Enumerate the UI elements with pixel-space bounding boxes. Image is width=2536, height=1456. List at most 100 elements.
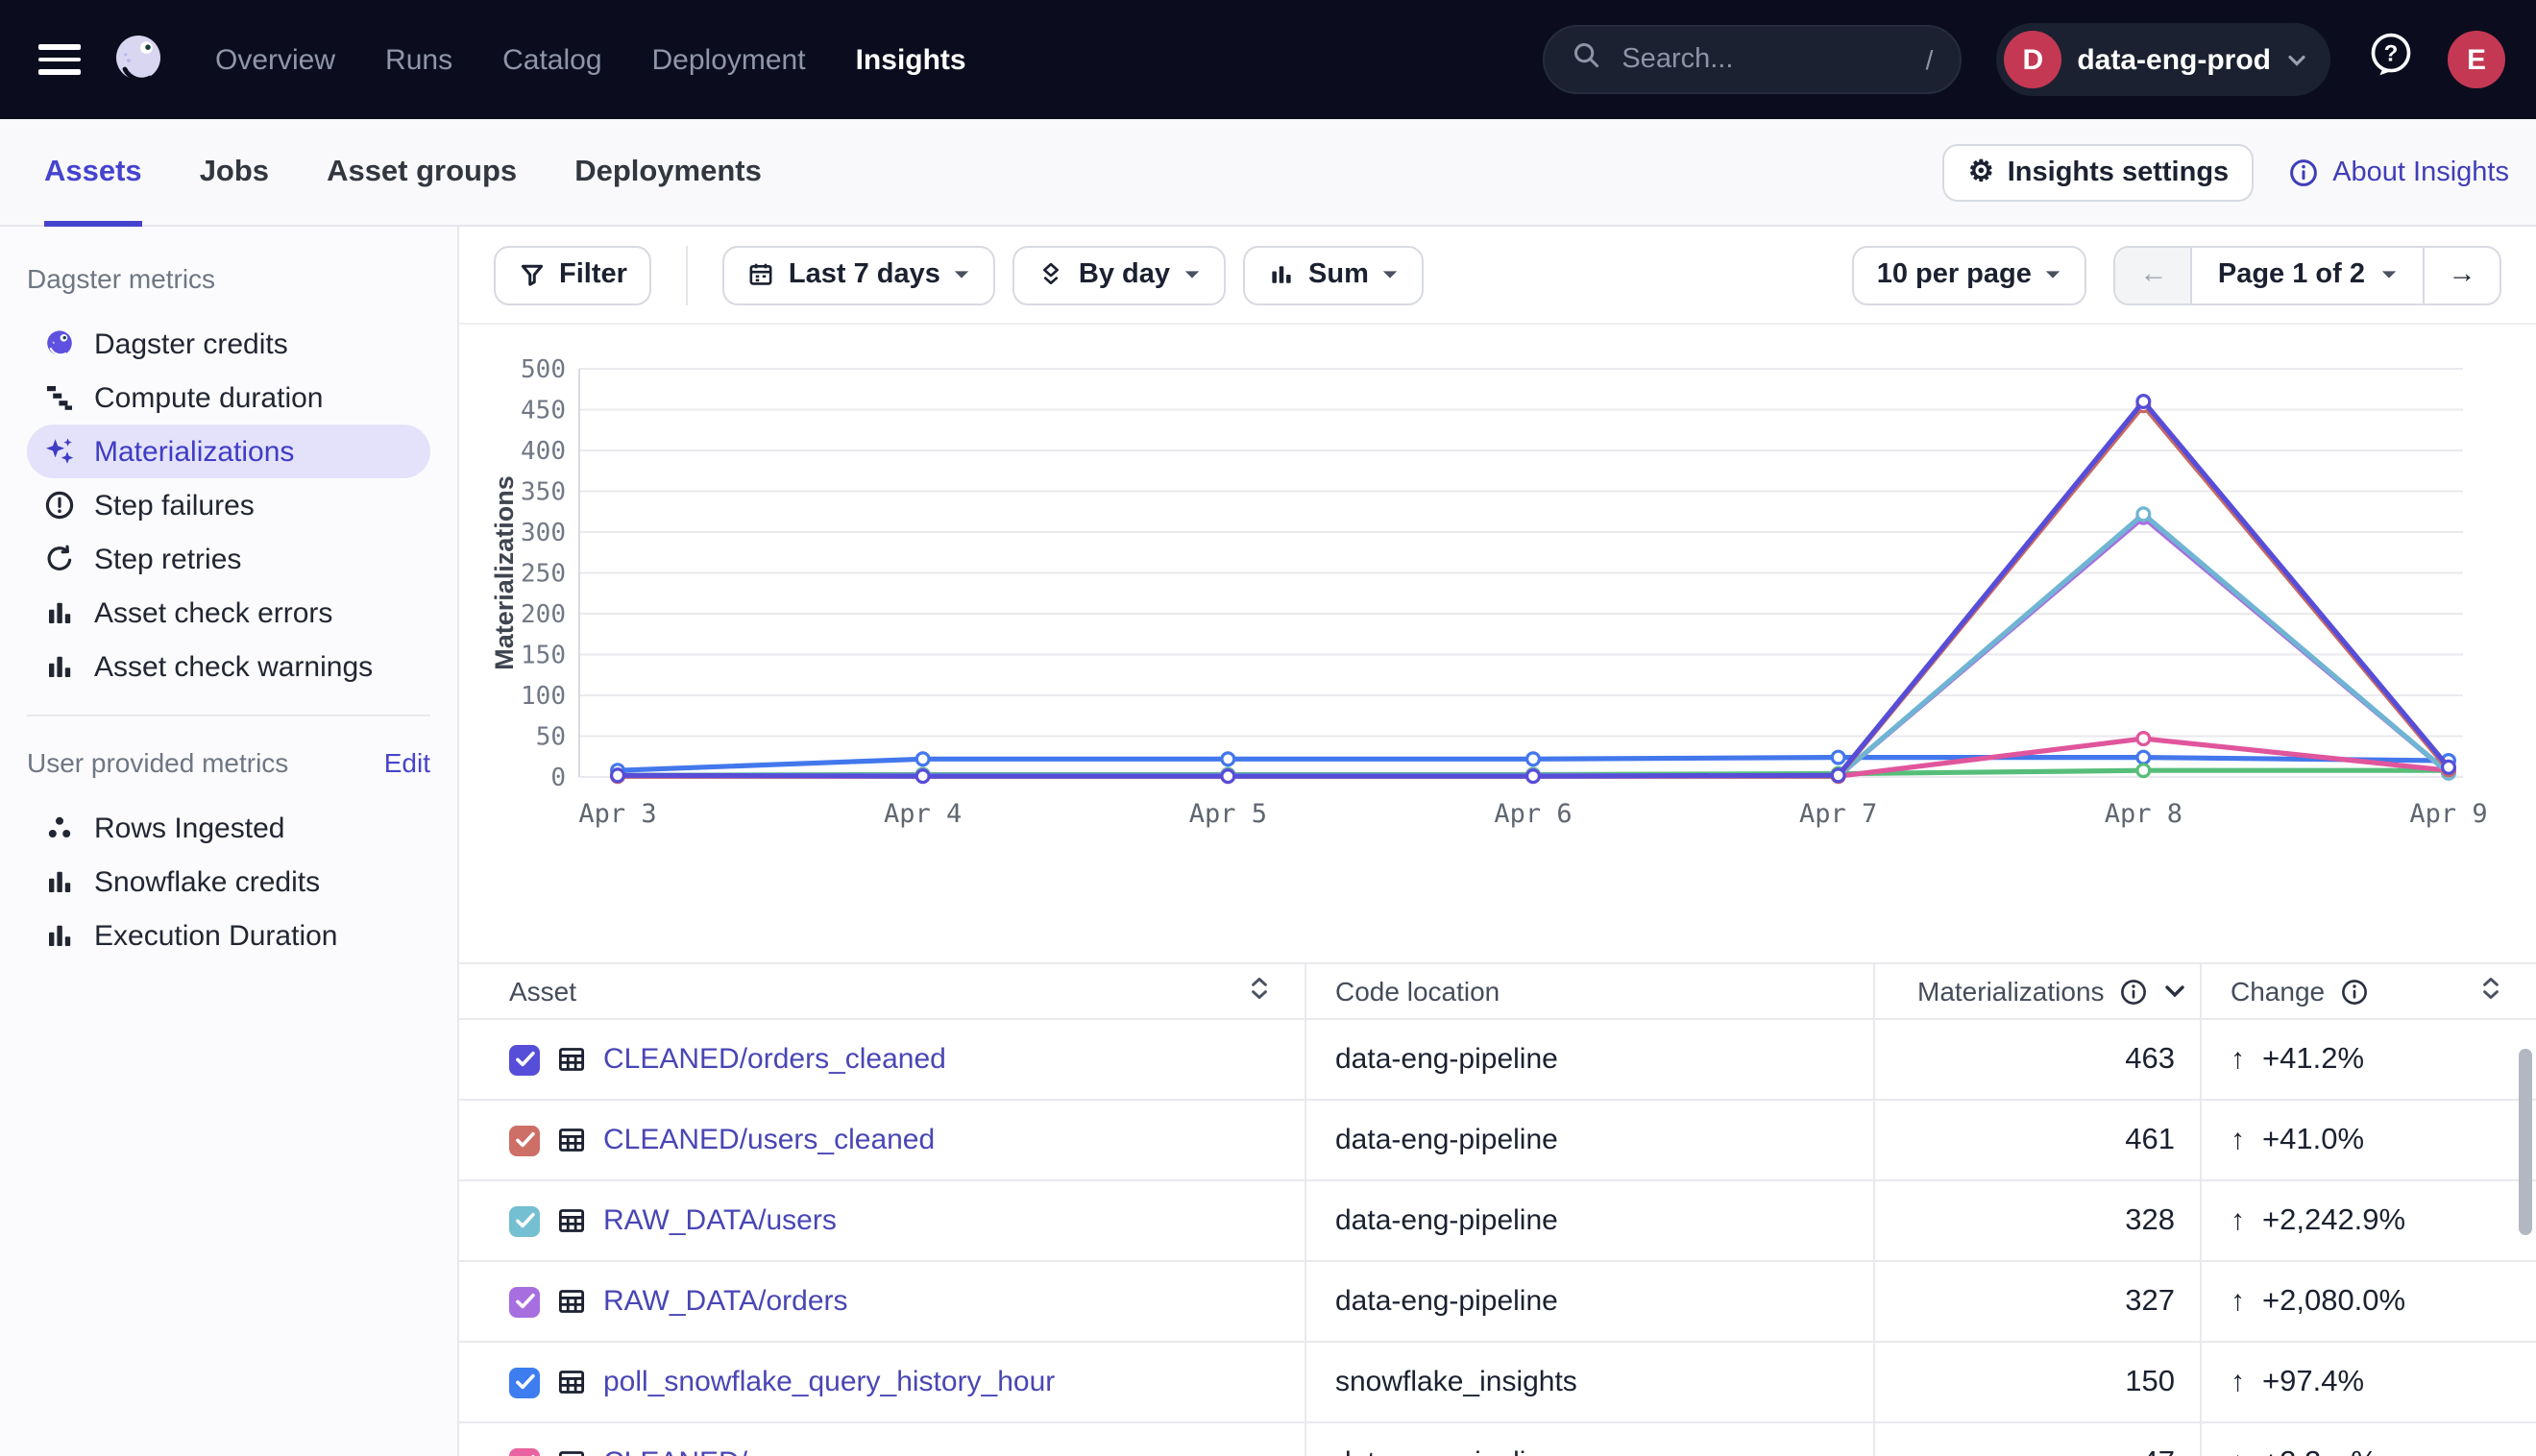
alert-circle-icon xyxy=(44,490,75,521)
sidebar-item-compute-duration[interactable]: Compute duration xyxy=(27,371,430,425)
tab-asset-groups[interactable]: Asset groups xyxy=(327,119,517,225)
sidebar-item-step-failures[interactable]: Step failures xyxy=(27,478,430,532)
info-icon[interactable] xyxy=(2340,977,2369,1006)
nav-item-runs[interactable]: Runs xyxy=(385,43,452,76)
series-checkbox[interactable] xyxy=(509,1367,540,1397)
sidebar-item-dagster-credits[interactable]: Dagster credits xyxy=(27,317,430,371)
change-cell: ↑+41.0% xyxy=(2200,1101,2536,1179)
caret-down-icon xyxy=(954,269,971,280)
user-avatar[interactable]: E xyxy=(2448,31,2505,88)
sidebar-item-asset-check-warnings[interactable]: Asset check warnings xyxy=(27,640,430,693)
bar-chart-icon xyxy=(44,920,75,951)
bar-chart-icon xyxy=(44,866,75,897)
svg-text:Apr 9: Apr 9 xyxy=(2409,799,2487,829)
svg-text:350: 350 xyxy=(521,478,566,507)
sidebar-section-title: User provided metricsEdit xyxy=(0,740,457,786)
nav-item-deployment[interactable]: Deployment xyxy=(652,43,806,76)
bar-chart-icon xyxy=(1268,261,1295,288)
column-header-asset[interactable]: Asset xyxy=(459,964,1305,1018)
code-location-cell: data-eng-pipeline xyxy=(1305,1020,1873,1099)
nav-item-insights[interactable]: Insights xyxy=(856,43,966,76)
next-page-button[interactable]: → xyxy=(2423,247,2499,303)
edit-metrics-link[interactable]: Edit xyxy=(384,747,430,778)
filter-button[interactable]: Filter xyxy=(494,245,652,304)
code-location-cell: data-eng-pipeline xyxy=(1305,1101,1873,1179)
series-checkbox[interactable] xyxy=(509,1044,540,1075)
sidebar-item-rows-ingested[interactable]: Rows Ingested xyxy=(27,801,430,855)
sidebar-item-snowflake-credits[interactable]: Snowflake credits xyxy=(27,855,430,909)
series-checkbox[interactable] xyxy=(509,1447,540,1456)
arrow-up-icon: ↑ xyxy=(2231,1366,2245,1398)
chart-toolbar: Filter Last 7 days By day Sum xyxy=(459,227,2536,325)
layers-icon xyxy=(1038,261,1065,288)
table-body: CLEANED/orders_cleaned data-eng-pipeline 4… xyxy=(459,1020,2536,1456)
series-checkbox[interactable] xyxy=(509,1205,540,1236)
help-icon[interactable]: ? xyxy=(2365,29,2417,90)
tab-assets[interactable]: Assets xyxy=(44,119,142,225)
vertical-scrollbar[interactable] xyxy=(2519,1049,2532,1235)
prev-page-button[interactable]: ← xyxy=(2116,247,2193,303)
sidebar-item-label: Execution Duration xyxy=(94,919,338,952)
info-icon[interactable] xyxy=(2120,977,2149,1006)
svg-text:250: 250 xyxy=(521,560,566,589)
insights-settings-button[interactable]: ⚙ Insights settings xyxy=(1943,143,2254,201)
tab-deployments[interactable]: Deployments xyxy=(574,119,762,225)
date-range-dropdown[interactable]: Last 7 days xyxy=(723,245,996,304)
search-input[interactable] xyxy=(1618,42,1867,77)
dagster-logo-icon[interactable] xyxy=(108,29,169,90)
sidebar-item-label: Materializations xyxy=(94,435,294,468)
caret-down-icon xyxy=(1382,269,1400,280)
tab-jobs[interactable]: Jobs xyxy=(200,119,269,225)
sort-icon[interactable] xyxy=(2480,974,2501,1008)
code-location-cell: data-eng-pipeline xyxy=(1305,1262,1873,1341)
nav-item-overview[interactable]: Overview xyxy=(215,43,335,76)
sidebar-item-execution-duration[interactable]: Execution Duration xyxy=(27,909,430,962)
nav-item-catalog[interactable]: Catalog xyxy=(502,43,601,76)
change-cell: ↑+2,2…% xyxy=(2200,1423,2536,1456)
materializations-cell: 328 xyxy=(1873,1181,2200,1260)
asset-link[interactable]: RAW_DATA/users xyxy=(603,1204,837,1237)
page-size-dropdown[interactable]: 10 per page xyxy=(1852,245,2087,304)
search-input-container[interactable]: / xyxy=(1543,25,1962,94)
dots-icon xyxy=(44,813,75,843)
caret-down-icon xyxy=(1183,269,1201,280)
sidebar-item-label: Dagster credits xyxy=(94,328,288,360)
sidebar-item-step-retries[interactable]: Step retries xyxy=(27,532,430,586)
search-shortcut-hint: / xyxy=(1926,44,1934,75)
aggregation-dropdown[interactable]: Sum xyxy=(1243,245,1425,304)
sidebar-item-asset-check-errors[interactable]: Asset check errors xyxy=(27,586,430,640)
asset-link[interactable]: CLEANED/users_cleaned xyxy=(603,1124,935,1156)
column-header-change[interactable]: Change xyxy=(2200,964,2536,1018)
asset-link[interactable]: CLEANED/orders_cleaned xyxy=(603,1043,946,1076)
org-switcher[interactable]: D data-eng-prod xyxy=(1996,23,2330,96)
svg-text:Materializations: Materializations xyxy=(490,475,519,670)
bar-chart-icon xyxy=(44,651,75,682)
materializations-chart-area: 050100150200250300350400450500Apr 3Apr 4… xyxy=(459,325,2536,962)
asset-link[interactable]: poll_snowflake_query_history_hour xyxy=(603,1366,1055,1398)
sidebar-item-materializations[interactable]: Materializations xyxy=(27,425,430,478)
sort-icon[interactable] xyxy=(1249,974,1270,1008)
svg-text:Apr 8: Apr 8 xyxy=(2105,799,2182,829)
table-icon xyxy=(557,1287,586,1316)
table-row: poll_snowflake_query_history_hoursnowfla… xyxy=(459,1343,2536,1423)
sort-desc-icon[interactable] xyxy=(2164,983,2187,999)
tabs: Assets Jobs Asset groups Deployments xyxy=(44,119,762,225)
series-checkbox[interactable] xyxy=(509,1286,540,1317)
sidebar-item-label: Snowflake credits xyxy=(94,865,320,898)
asset-link[interactable]: RAW_DATA/orders xyxy=(603,1285,848,1318)
svg-text:Apr 7: Apr 7 xyxy=(1799,799,1877,829)
column-header-code-location[interactable]: Code location xyxy=(1305,964,1873,1018)
column-header-materializations[interactable]: Materializations xyxy=(1873,964,2200,1018)
table-row: RAW_DATA/ordersdata-eng-pipeline327↑+2,0… xyxy=(459,1262,2536,1343)
svg-text:Apr 5: Apr 5 xyxy=(1189,799,1267,829)
pagination-control: ← Page 1 of 2 → xyxy=(2114,245,2501,304)
asset-link[interactable]: CLEANED/… xyxy=(603,1446,776,1456)
page-indicator-dropdown[interactable]: Page 1 of 2 xyxy=(2193,247,2423,303)
hamburger-menu-icon[interactable] xyxy=(38,44,81,75)
funnel-icon xyxy=(519,261,546,288)
series-checkbox[interactable] xyxy=(509,1125,540,1155)
top-nav: OverviewRunsCatalogDeploymentInsights / … xyxy=(0,0,2536,119)
about-insights-link[interactable]: About Insights xyxy=(2288,157,2509,187)
group-by-dropdown[interactable]: By day xyxy=(1013,245,1226,304)
materializations-cell: 47 xyxy=(1873,1423,2200,1456)
